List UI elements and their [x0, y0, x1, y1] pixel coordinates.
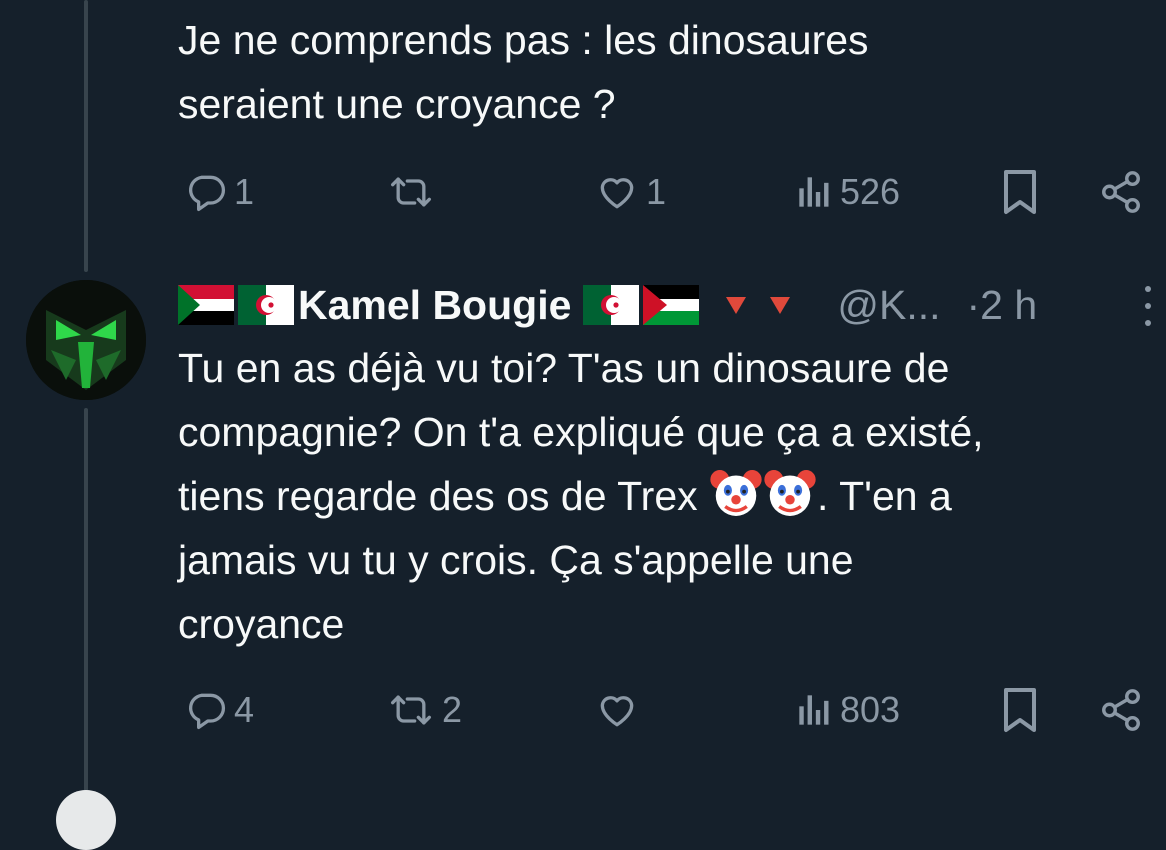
views-button[interactable]: 803 [794, 688, 900, 732]
retweet-icon [391, 177, 431, 207]
views-count: 803 [840, 689, 901, 730]
views-button[interactable]: 526 [794, 170, 900, 214]
algeria-flag-icon [238, 285, 294, 325]
share-icon [1102, 689, 1140, 731]
tweet-time[interactable]: ·2 h [967, 282, 1038, 329]
reply-icon [189, 693, 226, 730]
more-icon[interactable] [1138, 286, 1158, 326]
thread-line-bottom [84, 408, 88, 801]
avatar[interactable] [26, 280, 146, 400]
like-button[interactable]: 1 [594, 170, 666, 214]
retweet-button[interactable]: 2 [386, 688, 462, 732]
clown-face-icon [764, 470, 816, 516]
views-icon [799, 695, 829, 725]
tweet-text: Tu en as déjà vu toi? T'as un dinosaure … [178, 336, 1138, 656]
tweet-header: Kamel Bougie @K... ·2 h [178, 270, 1158, 340]
reply-button[interactable]: 4 [184, 688, 254, 732]
algeria-flag-icon [583, 285, 640, 325]
retweet-button[interactable] [386, 170, 442, 214]
clown-face-icon [710, 470, 762, 516]
red-triangle-down-icon [726, 297, 747, 314]
bookmark-button[interactable] [1000, 168, 1040, 216]
palestine-flag-icon [643, 285, 700, 325]
red-triangle-down-icon [770, 297, 791, 314]
like-count: 1 [646, 171, 667, 212]
reply-icon [189, 175, 226, 212]
tweet-text: Je ne comprends pas : les dinosaures ser… [178, 17, 869, 127]
thread-line-top [84, 0, 88, 272]
views-icon [799, 177, 829, 207]
tweet-actions: 1 1 526 [178, 162, 1144, 222]
share-button[interactable] [1098, 169, 1144, 215]
share-icon [1102, 171, 1140, 213]
bookmark-icon [1004, 688, 1036, 732]
heart-icon [600, 178, 634, 209]
tweet-actions: 4 2 803 [178, 680, 1144, 740]
sudan-flag-icon [178, 285, 234, 325]
author-name[interactable]: Kamel Bougie [298, 282, 571, 329]
retweet-icon [391, 695, 431, 725]
reply-count: 4 [234, 689, 255, 730]
bookmark-button[interactable] [1000, 686, 1040, 734]
reply-count: 1 [234, 171, 255, 212]
heart-icon [600, 696, 634, 727]
author-handle[interactable]: @K... [837, 282, 940, 329]
bookmark-icon [1004, 170, 1036, 214]
like-button[interactable] [594, 688, 646, 732]
next-tweet-avatar[interactable] [56, 790, 116, 850]
retweet-count: 2 [442, 689, 463, 730]
views-count: 526 [840, 171, 901, 212]
share-button[interactable] [1098, 687, 1144, 733]
reply-button[interactable]: 1 [184, 170, 254, 214]
